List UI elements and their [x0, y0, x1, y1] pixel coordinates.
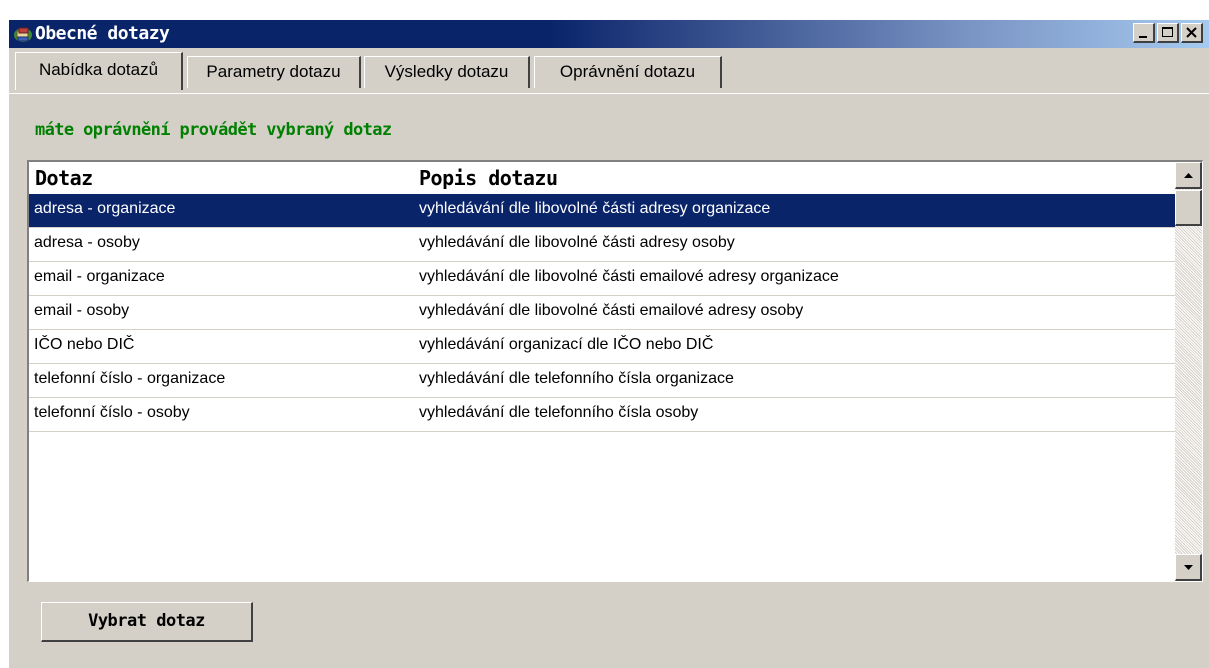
permission-message: máte oprávnění provádět vybraný dotaz [35, 120, 392, 140]
cell-dotaz: adresa - osoby [34, 234, 140, 251]
cell-popis: vyhledávání organizací dle IČO nebo DIČ [419, 336, 714, 353]
tab-vysledky-dotazu[interactable]: Výsledky dotazu [364, 56, 530, 88]
column-header-popis[interactable]: Popis dotazu [419, 166, 558, 190]
tab-opravneni-dotazu[interactable]: Oprávnění dotazu [534, 56, 722, 88]
list-header: Dotaz Popis dotazu [29, 162, 1175, 194]
cell-dotaz: email - organizace [34, 268, 165, 285]
cell-dotaz: adresa - organizace [34, 200, 176, 217]
table-row[interactable]: telefonní číslo - osoby vyhledávání dle … [29, 398, 1175, 432]
cell-popis: vyhledávání dle telefonního čísla organi… [419, 370, 734, 387]
cell-popis: vyhledávání dle libovolné části emailové… [419, 268, 839, 285]
close-button[interactable] [1181, 23, 1203, 43]
cell-dotaz: email - osoby [34, 302, 130, 319]
table-row[interactable]: adresa - osoby vyhledávání dle libovolné… [29, 228, 1175, 262]
cell-dotaz: IČO nebo DIČ [34, 336, 135, 353]
vertical-scrollbar[interactable] [1175, 162, 1202, 581]
title-bar[interactable]: Obecné dotazy [9, 20, 1209, 48]
tab-divider [9, 93, 1209, 94]
table-row[interactable]: adresa - organizace vyhledávání dle libo… [29, 194, 1175, 228]
cell-popis: vyhledávání dle telefonního čísla osoby [419, 404, 699, 421]
books-icon [13, 24, 33, 44]
maximize-button[interactable] [1157, 23, 1179, 43]
query-list-content: Dotaz Popis dotazu adresa - organizace v… [29, 162, 1175, 581]
cell-dotaz: telefonní číslo - organizace [34, 370, 226, 387]
table-row[interactable]: IČO nebo DIČ vyhledávání organizací dle … [29, 330, 1175, 364]
maximize-icon [1162, 27, 1173, 37]
cell-dotaz: telefonní číslo - osoby [34, 404, 190, 421]
window-title: Obecné dotazy [35, 23, 170, 44]
tab-parametry-dotazu[interactable]: Parametry dotazu [187, 56, 361, 88]
table-row[interactable]: telefonní číslo - organizace vyhledávání… [29, 364, 1175, 398]
query-window: Obecné dotazy Nabídka dotazů Parametry d… [8, 20, 1209, 668]
scroll-thumb[interactable] [1175, 190, 1202, 226]
arrow-down-icon [1184, 565, 1193, 570]
scroll-up-button[interactable] [1175, 162, 1202, 189]
arrow-up-icon [1184, 173, 1193, 178]
cell-popis: vyhledávání dle libovolné části adresy o… [419, 200, 771, 217]
column-header-dotaz[interactable]: Dotaz [35, 166, 93, 190]
table-row[interactable]: email - organizace vyhledávání dle libov… [29, 262, 1175, 296]
tab-nabidka-dotazu[interactable]: Nabídka dotazů [15, 52, 183, 90]
close-icon [1186, 27, 1197, 38]
minimize-button[interactable] [1133, 23, 1155, 43]
minimize-icon [1139, 36, 1147, 38]
table-row[interactable]: email - osoby vyhledávání dle libovolné … [29, 296, 1175, 330]
cell-popis: vyhledávání dle libovolné části emailové… [419, 302, 804, 319]
scroll-down-button[interactable] [1175, 554, 1202, 581]
select-query-button[interactable]: Vybrat dotaz [41, 602, 253, 642]
cell-popis: vyhledávání dle libovolné části adresy o… [419, 234, 735, 251]
query-list[interactable]: Dotaz Popis dotazu adresa - organizace v… [27, 160, 1203, 582]
